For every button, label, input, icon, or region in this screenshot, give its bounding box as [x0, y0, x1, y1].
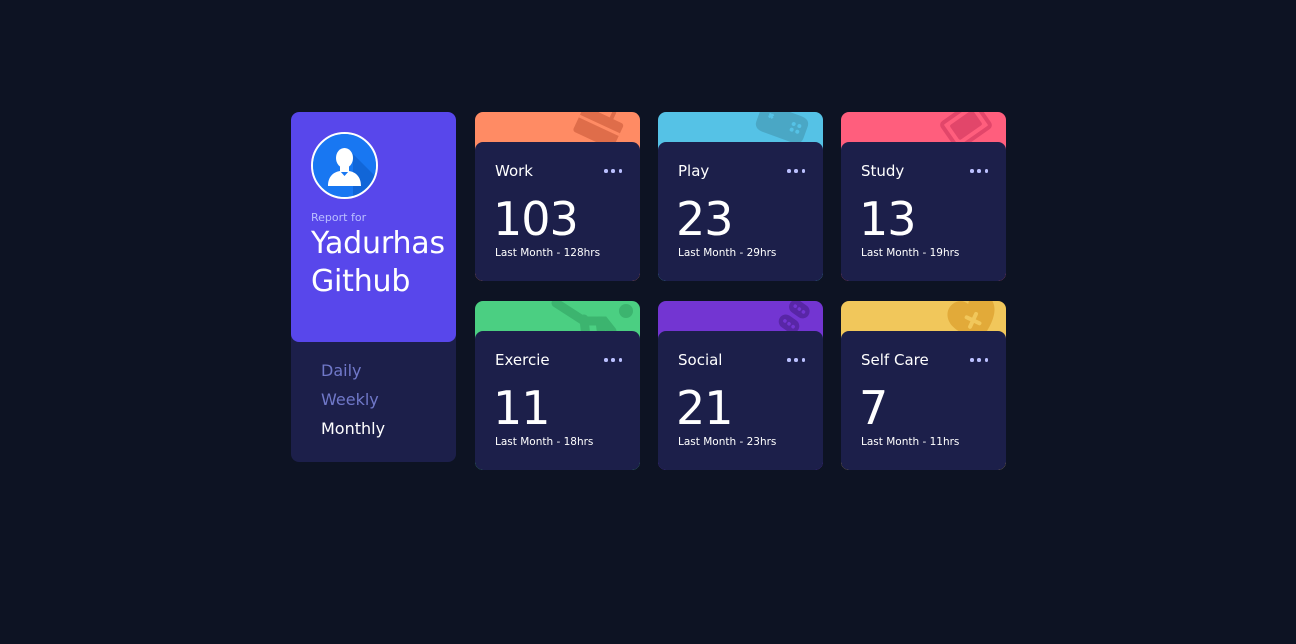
- activity-previous: Last Month - 19hrs: [861, 247, 960, 259]
- ellipsis-icon[interactable]: [604, 162, 622, 180]
- profile-header: Report for Yadurhas Github: [291, 112, 456, 342]
- activity-card-body: Work 103 Last Month - 128hrs: [475, 142, 640, 281]
- activity-title: Exercie: [495, 351, 550, 369]
- activity-card-body: Social 21 Last Month - 23hrs: [658, 331, 823, 470]
- time-tracking-dashboard: Report for Yadurhas Github Daily Weekly …: [291, 112, 1006, 470]
- activity-card-work: Work 103 Last Month - 128hrs: [475, 112, 640, 281]
- activity-card-body: Exercie 11 Last Month - 18hrs: [475, 331, 640, 470]
- activity-card-social: Social 21 Last Month - 23hrs: [658, 301, 823, 470]
- user-avatar-icon: [311, 132, 378, 199]
- activity-previous: Last Month - 23hrs: [678, 436, 777, 448]
- ellipsis-icon[interactable]: [970, 162, 988, 180]
- period-daily[interactable]: Daily: [321, 360, 385, 389]
- activity-title: Play: [678, 162, 710, 180]
- activity-card-study: Study 13 Last Month - 19hrs: [841, 112, 1006, 281]
- ellipsis-icon[interactable]: [604, 351, 622, 369]
- report-for-label: Report for: [311, 211, 367, 224]
- activity-card-play: Play 23 Last Month - 29hrs: [658, 112, 823, 281]
- activity-hours: 7: [859, 381, 888, 435]
- activity-previous: Last Month - 11hrs: [861, 436, 960, 448]
- activity-title: Study: [861, 162, 905, 180]
- activity-hours: 23: [676, 192, 734, 246]
- activity-hours: 13: [859, 192, 917, 246]
- activity-card-self-care: Self Care 7 Last Month - 11hrs: [841, 301, 1006, 470]
- ellipsis-icon[interactable]: [970, 351, 988, 369]
- activity-previous: Last Month - 18hrs: [495, 436, 594, 448]
- activity-hours: 21: [676, 381, 734, 435]
- user-name-first: Yadurhas: [311, 226, 445, 261]
- period-weekly[interactable]: Weekly: [321, 389, 385, 418]
- ellipsis-icon[interactable]: [787, 162, 805, 180]
- user-name: Yadurhas Github: [311, 225, 456, 301]
- period-monthly[interactable]: Monthly: [321, 418, 385, 447]
- activity-title: Work: [495, 162, 533, 180]
- activity-card-body: Play 23 Last Month - 29hrs: [658, 142, 823, 281]
- activity-title: Self Care: [861, 351, 929, 369]
- period-selector: Daily Weekly Monthly: [321, 360, 385, 447]
- activity-title: Social: [678, 351, 723, 369]
- activity-hours: 103: [493, 192, 579, 246]
- activity-hours: 11: [493, 381, 551, 435]
- profile-card: Report for Yadurhas Github Daily Weekly …: [291, 112, 456, 462]
- activity-previous: Last Month - 128hrs: [495, 247, 601, 259]
- activity-card-exercise: Exercie 11 Last Month - 18hrs: [475, 301, 640, 470]
- activity-card-body: Study 13 Last Month - 19hrs: [841, 142, 1006, 281]
- user-name-second: Github: [311, 264, 411, 299]
- ellipsis-icon[interactable]: [787, 351, 805, 369]
- activity-card-body: Self Care 7 Last Month - 11hrs: [841, 331, 1006, 470]
- activity-previous: Last Month - 29hrs: [678, 247, 777, 259]
